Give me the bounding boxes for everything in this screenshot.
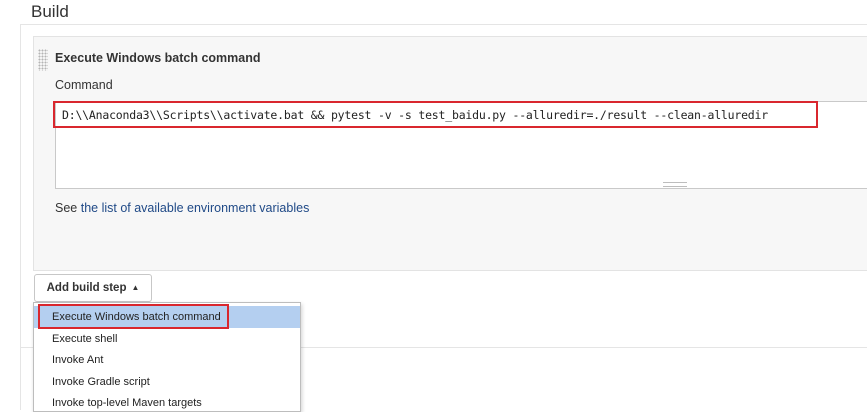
menu-item-invoke-gradle-script[interactable]: Invoke Gradle script bbox=[34, 371, 300, 393]
command-textarea[interactable]: D:\\Anaconda3\\Scripts\\activate.bat && … bbox=[55, 101, 867, 189]
menu-item-invoke-top-level-maven-targets[interactable]: Invoke top-level Maven targets bbox=[34, 392, 300, 411]
menu-item-execute-shell[interactable]: Execute shell bbox=[34, 328, 300, 350]
section-divider bbox=[20, 24, 867, 25]
drag-handle-icon[interactable] bbox=[38, 49, 48, 71]
menu-item-execute-windows-batch-command[interactable]: Execute Windows batch command bbox=[34, 306, 300, 328]
command-label: Command bbox=[55, 78, 113, 92]
build-step-title: Execute Windows batch command bbox=[55, 51, 261, 65]
add-build-step-label: Add build step bbox=[46, 282, 127, 294]
menu-item-invoke-ant[interactable]: Invoke Ant bbox=[34, 349, 300, 371]
build-step-panel: Execute Windows batch command Command D:… bbox=[33, 36, 867, 271]
env-help-prefix: See bbox=[55, 201, 81, 215]
textarea-resize-grip[interactable] bbox=[663, 182, 687, 187]
env-variables-link[interactable]: the list of available environment variab… bbox=[81, 201, 310, 215]
command-value: D:\\Anaconda3\\Scripts\\activate.bat && … bbox=[62, 108, 768, 122]
section-left-rail bbox=[20, 24, 21, 410]
section-title: Build bbox=[31, 2, 69, 21]
build-step-dropdown-menu: Execute Windows batch command Execute sh… bbox=[33, 302, 301, 412]
env-variables-help: See the list of available environment va… bbox=[55, 201, 309, 215]
add-build-step-button[interactable]: Add build step ▲ bbox=[34, 274, 152, 302]
caret-up-icon: ▲ bbox=[131, 283, 140, 292]
